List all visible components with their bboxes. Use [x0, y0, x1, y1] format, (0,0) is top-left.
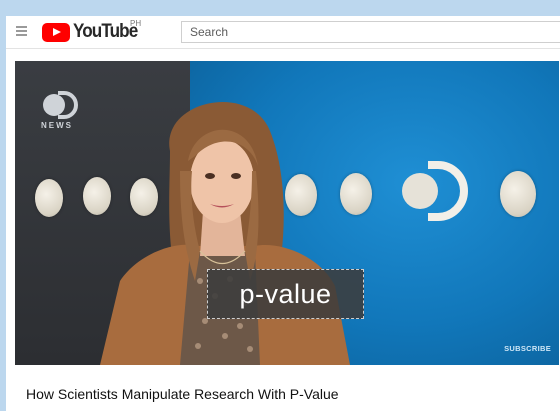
caption-overlay: p-value — [207, 269, 364, 319]
discovery-large-logo-icon — [402, 161, 468, 221]
globe-decoration — [500, 171, 536, 217]
globe-decoration — [35, 179, 63, 217]
player-container: NEWS p-value SUBSCRIBE — [6, 49, 560, 377]
menu-icon[interactable] — [16, 26, 27, 36]
search-input[interactable] — [182, 22, 560, 42]
presenter-figure — [100, 102, 350, 365]
region-code: PH — [130, 19, 142, 28]
caption-text: p-value — [239, 278, 332, 309]
video-title: How Scientists Manipulate Research With … — [26, 386, 339, 402]
channel-news-label: NEWS — [41, 121, 73, 130]
video-player[interactable]: NEWS p-value SUBSCRIBE — [15, 61, 559, 365]
cropped-heading-text — [250, 0, 256, 12]
youtube-wordmark: YouTube — [73, 21, 138, 42]
video-info: How Scientists Manipulate Research With … — [6, 377, 560, 411]
search-box[interactable] — [181, 21, 560, 43]
page-frame: YouTube PH NEWS — [0, 0, 560, 411]
top-cropped-text-strip — [0, 0, 560, 16]
youtube-masthead: YouTube PH — [6, 16, 560, 49]
subscribe-watermark[interactable]: SUBSCRIBE — [504, 344, 551, 353]
youtube-play-icon — [42, 22, 70, 42]
